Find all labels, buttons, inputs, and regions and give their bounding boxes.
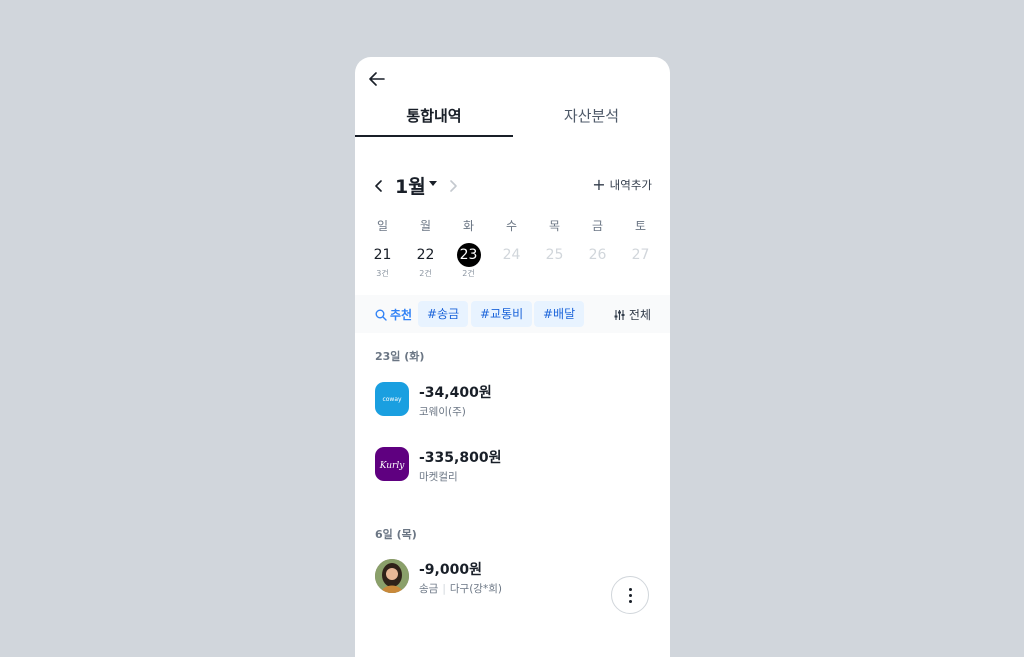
day-number: 22	[416, 247, 435, 263]
sliders-icon	[614, 309, 625, 320]
add-history-label: 내역추가	[609, 178, 652, 192]
plus-icon: +	[592, 175, 606, 194]
active-tab-indicator	[355, 135, 513, 137]
date-header: 6일 (목)	[375, 528, 417, 541]
phone-screen: 통합내역 자산분석 1월 + 내역추가 일 월 화 수 목 금 토 21 22 …	[355, 57, 670, 657]
weekday-sun: 일	[376, 219, 389, 233]
avatar	[375, 559, 409, 593]
merchant-name: 마켓컬리	[419, 471, 458, 483]
svg-text:Kurly: Kurly	[379, 461, 406, 471]
calendar-day: 26	[576, 243, 619, 267]
filter-all-button[interactable]: 전체	[614, 306, 651, 323]
day-number: 21	[373, 247, 392, 263]
calendar-day: 25	[533, 243, 576, 267]
filter-all-label: 전체	[628, 308, 651, 322]
more-vertical-icon	[629, 588, 632, 591]
weekday-tue: 화	[462, 219, 475, 233]
weekday-wed: 수	[505, 219, 518, 233]
recipient-name: 다구(강*희)	[449, 583, 502, 595]
transaction-type: 송금	[419, 583, 439, 595]
coway-logo: coway	[375, 382, 409, 416]
caret-down-icon[interactable]	[429, 181, 437, 186]
merchant-name: 코웨이(주)	[419, 406, 466, 418]
month-selector: 1월 + 내역추가	[355, 171, 670, 201]
day-number: 25	[545, 247, 564, 263]
day-tx-count: 2건	[462, 269, 475, 278]
weekday-thu: 목	[548, 219, 561, 233]
tab-bar: 통합내역 자산분석	[355, 97, 670, 138]
chevron-right-icon[interactable]	[446, 178, 460, 194]
svg-text:coway: coway	[382, 396, 402, 403]
transaction-amount: -34,400원	[419, 385, 492, 401]
weekday-sat: 토	[634, 219, 647, 233]
calendar-day: 24	[490, 243, 533, 267]
chip-delivery[interactable]: #배달	[534, 301, 585, 327]
transaction-amount: -9,000원	[419, 562, 482, 578]
filter-bar: 추천 #송금 #교통비 #배달 전체	[355, 295, 670, 333]
month-label[interactable]: 1월	[395, 172, 426, 199]
transaction-item[interactable]: coway -34,400원 코웨이(주)	[355, 382, 670, 432]
recommend-button[interactable]: 추천	[375, 306, 412, 323]
search-icon	[375, 309, 387, 321]
chip-transfer[interactable]: #송금	[418, 301, 469, 327]
chevron-left-icon[interactable]	[372, 178, 386, 194]
day-number: 24	[502, 247, 521, 263]
chip-transport[interactable]: #교통비	[471, 301, 533, 327]
add-history-button[interactable]: + 내역추가	[592, 177, 652, 193]
day-number: 27	[631, 247, 650, 263]
transaction-item[interactable]: Kurly -335,800원 마켓컬리	[355, 447, 670, 497]
day-tx-count: 3건	[376, 269, 389, 278]
divider: |	[442, 583, 446, 595]
tab-asset-analysis[interactable]: 자산분석	[513, 97, 670, 138]
tab-integrated-history[interactable]: 통합내역	[355, 97, 513, 138]
back-arrow-icon[interactable]	[367, 69, 387, 89]
calendar-day[interactable]: 21	[361, 243, 404, 267]
weekday-fri: 금	[591, 219, 604, 233]
day-number: 23	[456, 243, 481, 267]
merchant-name: 송금 | 다구(강*희)	[419, 581, 502, 596]
date-header: 23일 (화)	[375, 350, 425, 363]
calendar-day[interactable]: 22	[404, 243, 447, 267]
day-number: 26	[588, 247, 607, 263]
calendar-day-selected[interactable]: 23	[447, 243, 490, 267]
day-tx-count: 2건	[419, 269, 432, 278]
weekday-mon: 월	[419, 219, 432, 233]
more-options-button[interactable]	[611, 576, 649, 614]
recommend-label: 추천	[390, 308, 413, 322]
transaction-amount: -335,800원	[419, 450, 502, 466]
calendar-day: 27	[619, 243, 662, 267]
kurly-logo: Kurly	[375, 447, 409, 481]
